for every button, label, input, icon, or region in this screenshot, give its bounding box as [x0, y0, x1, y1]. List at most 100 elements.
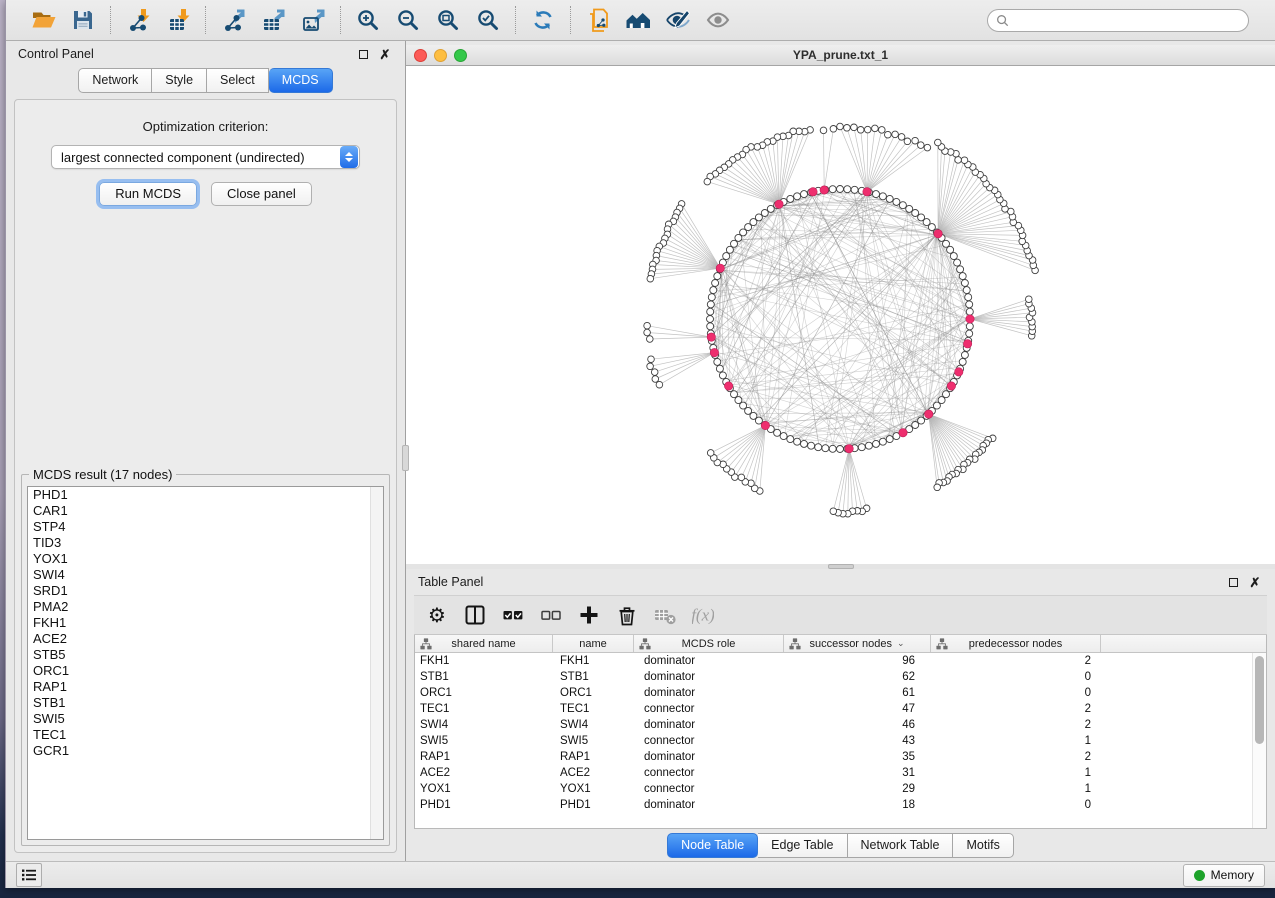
task-history-button[interactable]: [16, 863, 42, 887]
tab-network-table[interactable]: Network Table: [848, 833, 954, 858]
mcds-result-item[interactable]: RAP1: [28, 679, 383, 695]
select-all-icon[interactable]: [498, 600, 528, 630]
import-network-icon[interactable]: [124, 7, 152, 33]
table-close-button[interactable]: ✗: [1247, 574, 1263, 590]
table-scrollbar[interactable]: [1252, 653, 1266, 828]
mcds-result-list[interactable]: PHD1CAR1STP4TID3YOX1SWI4SRD1PMA2FKH1ACE2…: [27, 486, 384, 840]
table-row[interactable]: RAP1RAP1dominator352: [415, 749, 1252, 765]
table-tabs: Node TableEdge TableNetwork TableMotifs: [406, 829, 1275, 861]
splitter-grab-handle[interactable]: [828, 564, 854, 569]
mcds-result-item[interactable]: SWI4: [28, 567, 383, 583]
mcds-result-item[interactable]: STP4: [28, 519, 383, 535]
table-row[interactable]: SWI4SWI4dominator462: [415, 717, 1252, 733]
optimization-criterion-label: Optimization criterion:: [21, 119, 390, 134]
add-column-icon[interactable]: [574, 600, 604, 630]
table-row[interactable]: PHD1PHD1dominator180: [415, 797, 1252, 813]
zoom-out-icon[interactable]: [394, 7, 422, 33]
mcds-result-item[interactable]: STB1: [28, 695, 383, 711]
import-table-icon[interactable]: [164, 7, 192, 33]
mcds-result-item[interactable]: PMA2: [28, 599, 383, 615]
svg-text:f(x): f(x): [692, 606, 714, 625]
mcds-result-item[interactable]: TID3: [28, 535, 383, 551]
save-session-icon[interactable]: [69, 7, 97, 33]
home-icon[interactable]: [624, 7, 652, 33]
column-header-predecessor-nodes[interactable]: predecessor nodes: [931, 635, 1101, 652]
selected-criterion: largest connected component (undirected): [52, 150, 339, 165]
tab-motifs[interactable]: Motifs: [953, 833, 1013, 858]
mcds-result-item[interactable]: STB5: [28, 647, 383, 663]
close-panel-action-button[interactable]: Close panel: [211, 182, 312, 206]
mcds-result-item[interactable]: YOX1: [28, 551, 383, 567]
horizontal-splitter[interactable]: [406, 564, 1275, 569]
select-stepper-icon: [340, 146, 358, 168]
table-row[interactable]: ACE2ACE2connector311: [415, 765, 1252, 781]
table-row[interactable]: TEC1TEC1connector472: [415, 701, 1252, 717]
float-icon: [359, 50, 368, 59]
delete-column-icon[interactable]: [612, 600, 642, 630]
mcds-result-item[interactable]: FKH1: [28, 615, 383, 631]
window-close-button[interactable]: [414, 49, 427, 62]
network-window: YPA_prune.txt_1: [406, 45, 1275, 564]
tab-style[interactable]: Style: [152, 68, 207, 93]
zoom-fit-icon[interactable]: [434, 7, 462, 33]
export-table-icon[interactable]: [259, 7, 287, 33]
close-panel-button[interactable]: ✗: [377, 46, 393, 62]
export-network-icon[interactable]: [219, 7, 247, 33]
run-mcds-button[interactable]: Run MCDS: [99, 182, 197, 206]
network-document-icon[interactable]: [584, 7, 612, 33]
table-float-button[interactable]: [1225, 574, 1241, 590]
column-header-MCDS-role[interactable]: MCDS role: [634, 635, 784, 652]
table-row[interactable]: SWI5SWI5connector431: [415, 733, 1252, 749]
open-file-icon[interactable]: [29, 7, 57, 33]
column-header-shared-name[interactable]: shared name: [415, 635, 553, 652]
mcds-result-item[interactable]: SRD1: [28, 583, 383, 599]
network-canvas[interactable]: [406, 66, 1275, 564]
table-row[interactable]: YOX1YOX1connector291: [415, 781, 1252, 797]
column-header-successor-nodes[interactable]: successor nodes⌄: [784, 635, 931, 652]
application-window: Control Panel ✗ NetworkStyleSelectMCDS O…: [5, 0, 1275, 888]
tab-node-table[interactable]: Node Table: [667, 833, 758, 858]
mcds-result-item[interactable]: ORC1: [28, 663, 383, 679]
search-icon: [996, 14, 1009, 27]
table-body: FKH1FKH1dominator962STB1STB1dominator620…: [415, 653, 1252, 828]
mcds-result-item[interactable]: TEC1: [28, 727, 383, 743]
tab-select[interactable]: Select: [207, 68, 269, 93]
eye-icon[interactable]: [704, 7, 732, 33]
table-row[interactable]: ORC1ORC1dominator610: [415, 685, 1252, 701]
zoom-in-icon[interactable]: [354, 7, 382, 33]
refresh-icon[interactable]: [529, 7, 557, 33]
result-list-scrollbar[interactable]: [370, 487, 383, 839]
mcds-result-item[interactable]: PHD1: [28, 487, 383, 503]
table-row[interactable]: FKH1FKH1dominator962: [415, 653, 1252, 669]
scrollbar-thumb[interactable]: [1255, 656, 1264, 744]
settings-icon[interactable]: ⚙: [422, 600, 452, 630]
tab-network[interactable]: Network: [78, 68, 152, 93]
mcds-result-item[interactable]: SWI5: [28, 711, 383, 727]
network-view: [406, 66, 1275, 564]
show-columns-icon[interactable]: [460, 600, 490, 630]
function-builder-icon: f(x): [688, 600, 718, 630]
mcds-result-item[interactable]: CAR1: [28, 503, 383, 519]
zoom-selected-icon[interactable]: [474, 7, 502, 33]
float-panel-button[interactable]: [355, 46, 371, 62]
memory-button[interactable]: Memory: [1183, 864, 1265, 887]
table-panel: Table Panel ✗ ⚙ f(x) shared namenameMCDS …: [406, 569, 1275, 861]
tab-mcds[interactable]: MCDS: [269, 68, 333, 93]
table-row[interactable]: STB1STB1dominator620: [415, 669, 1252, 685]
mcds-result-item[interactable]: ACE2: [28, 631, 383, 647]
optimization-criterion-select[interactable]: largest connected component (undirected): [51, 145, 360, 169]
eye-annotate-icon[interactable]: [664, 7, 692, 33]
mcds-result-item[interactable]: GCR1: [28, 743, 383, 759]
table-panel-header: Table Panel ✗: [406, 569, 1275, 595]
network-title: YPA_prune.txt_1: [406, 48, 1275, 62]
deselect-all-icon[interactable]: [536, 600, 566, 630]
window-minimize-button[interactable]: [434, 49, 447, 62]
vertical-splitter-handle[interactable]: [402, 445, 409, 471]
memory-label: Memory: [1211, 868, 1254, 882]
mcds-result-title: MCDS result (17 nodes): [29, 467, 176, 482]
search-input[interactable]: [1014, 13, 1240, 27]
window-zoom-button[interactable]: [454, 49, 467, 62]
tab-edge-table[interactable]: Edge Table: [758, 833, 847, 858]
column-header-name[interactable]: name: [553, 635, 634, 652]
export-image-icon[interactable]: [299, 7, 327, 33]
